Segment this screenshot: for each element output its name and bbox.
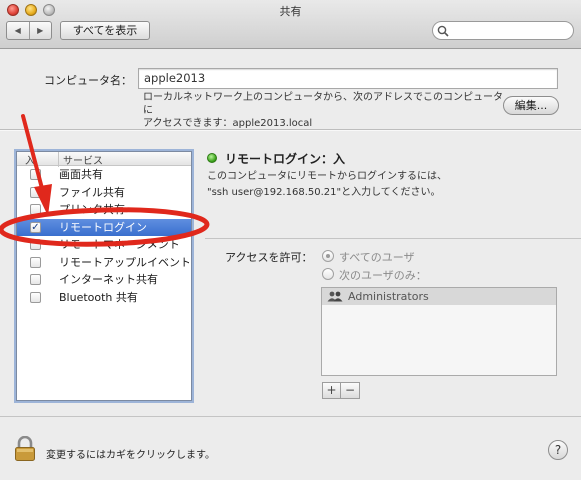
service-row-file-sharing[interactable]: ファイル共有 [17, 184, 191, 202]
help-button[interactable]: ? [548, 440, 568, 460]
lock-icon[interactable] [14, 436, 36, 462]
service-label: リモートアップルイベント [59, 255, 189, 269]
user-list-buttons: + − [322, 382, 360, 399]
divider [205, 238, 581, 239]
service-row-remote-management[interactable]: リモートマネージメント [17, 236, 191, 254]
instruction-line: "ssh user@192.168.50.21"と入力してください。 [207, 187, 441, 198]
computer-name-field[interactable]: apple2013 [138, 68, 558, 89]
forward-icon[interactable]: ▶ [28, 22, 52, 39]
service-label: 画面共有 [59, 168, 103, 181]
remove-user-button[interactable]: − [341, 382, 360, 399]
instruction-line: このコンピュータにリモートからログインするには、 [207, 171, 447, 182]
service-row-screen-sharing[interactable]: 画面共有 [17, 166, 191, 184]
computer-name-label: コンピュータ名： [44, 74, 132, 87]
sharing-window: 共有 ◀ ▶ すべてを表示 コンピュータ名： apple2013 ローカルネット… [0, 0, 581, 480]
service-label: リモートログイン [59, 220, 147, 234]
service-row-printer-sharing[interactable]: プリンタ共有 [17, 201, 191, 219]
computer-name-description: ローカルネットワーク上のコンピュータから、次のアドレスでこのコンピュータに アク… [143, 91, 503, 130]
header-on[interactable]: 入 [25, 152, 35, 167]
search-input[interactable] [432, 21, 574, 40]
radio-all-users-label[interactable]: すべてのユーザ [339, 249, 415, 265]
service-row-internet-sharing[interactable]: インターネット共有 [17, 271, 191, 289]
service-label: インターネット共有 [59, 273, 158, 286]
show-all-button[interactable]: すべてを表示 [60, 21, 150, 40]
titlebar: 共有 ◀ ▶ すべてを表示 [0, 0, 581, 49]
service-label: リモートマネージメント [59, 238, 180, 251]
lock-message: 変更するにはカギをクリックします。 [46, 450, 215, 461]
radio-all-users[interactable] [322, 250, 334, 262]
services-header: 入 サービス [17, 152, 191, 167]
service-checkbox[interactable] [30, 204, 41, 215]
status-green-icon [207, 153, 217, 163]
service-checkbox[interactable] [30, 239, 41, 250]
list-item[interactable]: Administrators [322, 288, 556, 305]
service-row-remote-apple-events[interactable]: リモートアップルイベント [17, 254, 191, 272]
service-checkbox[interactable] [30, 291, 41, 303]
group-icon [327, 291, 343, 302]
service-label: ファイル共有 [59, 185, 125, 199]
allowed-users-list: Administrators [321, 287, 557, 376]
services-list: 入 サービス 画面共有 ファイル共有 プリンタ共有 ✓ リモートログイン リモー… [16, 151, 192, 401]
service-checkbox[interactable] [30, 169, 41, 180]
service-label: プリンタ共有 [59, 203, 125, 216]
service-checkbox-checked[interactable]: ✓ [30, 221, 41, 233]
add-user-button[interactable]: + [322, 382, 341, 399]
access-label: アクセスを許可： [225, 251, 313, 264]
radio-only-users-label[interactable]: 次のユーザのみ： [339, 267, 427, 283]
search-icon [437, 25, 449, 37]
service-row-bluetooth-sharing[interactable]: Bluetooth 共有 [17, 289, 191, 307]
service-label: Bluetooth 共有 [59, 290, 138, 304]
service-checkbox[interactable] [30, 256, 41, 268]
service-status: リモートログイン：入 [225, 152, 346, 166]
service-checkbox[interactable] [30, 274, 41, 285]
user-name: Administrators [348, 290, 429, 303]
back-icon[interactable]: ◀ [7, 22, 29, 39]
login-instructions: このコンピュータにリモートからログインするには、 "ssh user@192.1… [207, 169, 547, 201]
edit-button[interactable]: 編集... [503, 96, 559, 115]
radio-only-users[interactable] [322, 268, 334, 280]
header-service[interactable]: サービス [58, 152, 103, 167]
description-line: ローカルネットワーク上のコンピュータから、次のアドレスでこのコンピュータに [143, 92, 503, 116]
window-title: 共有 [279, 5, 302, 18]
service-checkbox[interactable] [30, 186, 41, 198]
back-forward-control: ◀ ▶ [6, 21, 52, 40]
service-row-remote-login[interactable]: ✓ リモートログイン [17, 218, 191, 236]
